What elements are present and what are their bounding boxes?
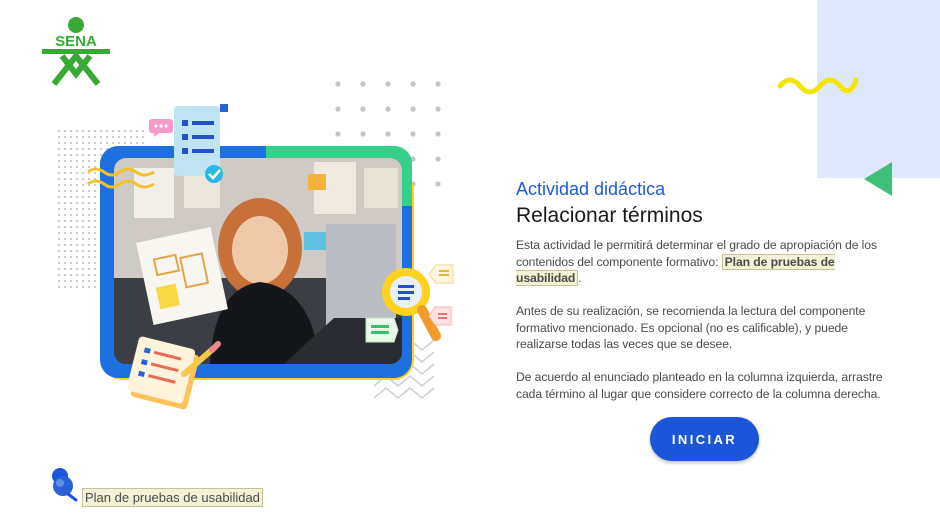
chat-bubble-icon: [149, 119, 173, 137]
recommendation-paragraph: Antes de su realización, se recomienda l…: [516, 304, 866, 351]
start-button[interactable]: INICIAR: [650, 417, 759, 461]
triangle-decor-icon: [864, 162, 892, 196]
message-tag-icon: [428, 264, 454, 284]
wave-decor-icon: [777, 77, 858, 95]
logo-text: SENA: [55, 33, 97, 50]
component-label: Plan de pruebas de usabilidad: [82, 488, 263, 507]
sena-logo: SENA: [42, 17, 110, 86]
intro-end: .: [578, 271, 582, 285]
squiggle-decor-icon: [87, 167, 155, 189]
intro-paragraph: Esta actividad le permitirá determinar e…: [516, 237, 896, 287]
activity-title: Relacionar términos: [516, 204, 703, 227]
pushpin-icon: [52, 468, 78, 502]
comment-icon: [365, 317, 399, 343]
checklist-icon: [174, 104, 228, 183]
sticky-note-icon: [128, 336, 221, 410]
activity-eyebrow: Actividad didáctica: [516, 179, 666, 199]
message-tag-icon: [428, 306, 452, 326]
instructions-paragraph: De acuerdo al enunciado planteado en la …: [516, 370, 883, 401]
